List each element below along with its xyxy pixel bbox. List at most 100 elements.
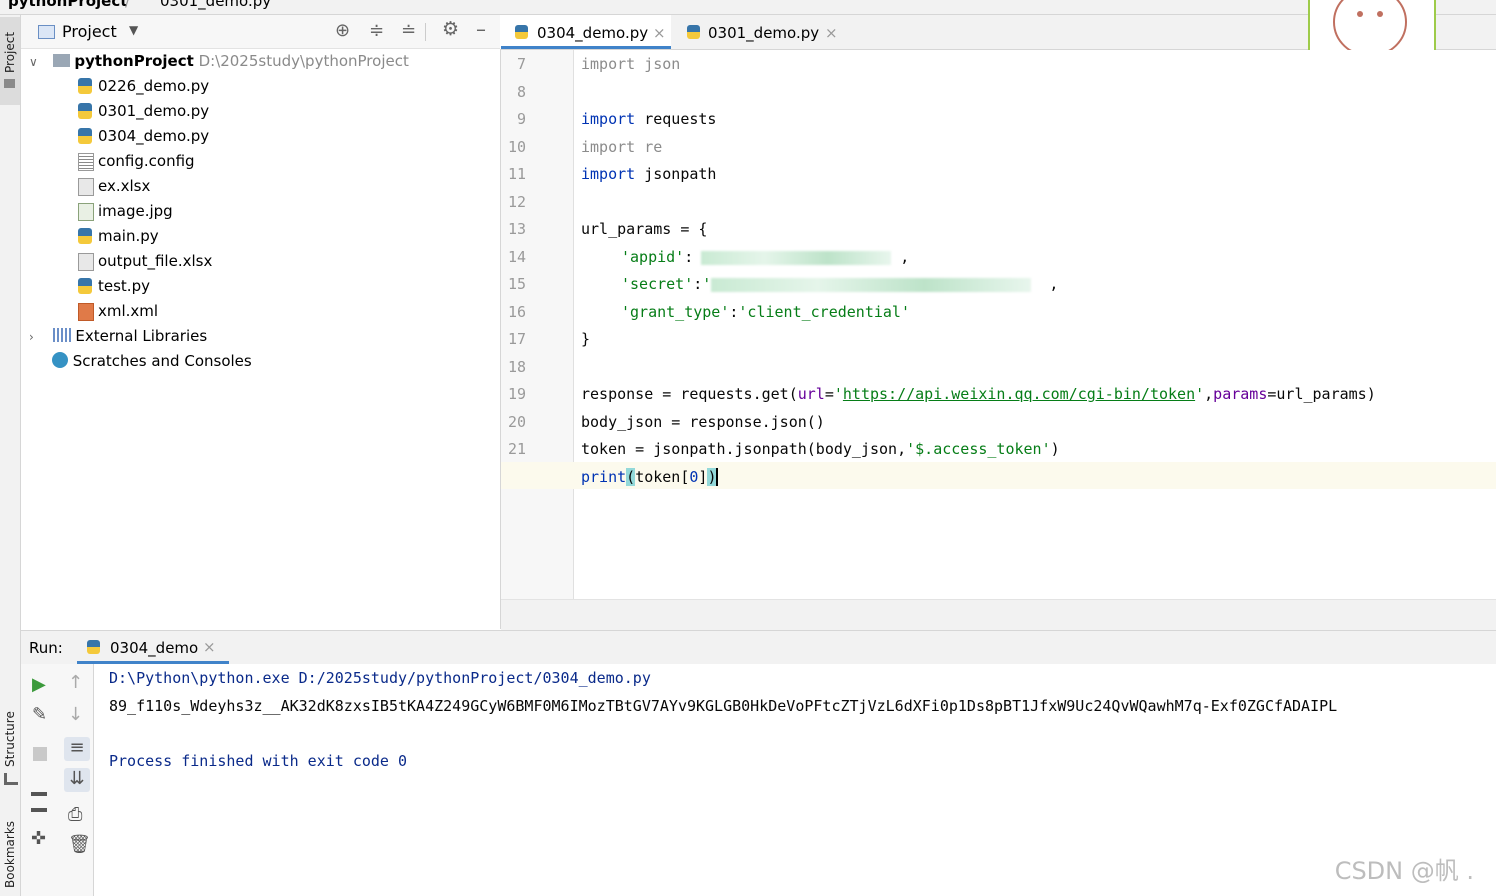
line-number: 17: [507, 330, 526, 348]
tree-file[interactable]: ex.xlsx: [78, 174, 150, 199]
layout-icon[interactable]: [31, 792, 47, 812]
tree-file[interactable]: xml.xml: [78, 299, 158, 324]
editor-bottom-area: [501, 599, 1496, 630]
project-panel-title[interactable]: Project: [62, 22, 117, 41]
breadcrumb-file[interactable]: 0301_demo.py: [160, 0, 271, 10]
code-line-14: 'appid': ,: [621, 248, 910, 266]
tree-scratches[interactable]: Scratches and Consoles: [52, 349, 252, 374]
python-file-icon: [87, 640, 100, 654]
tree-file[interactable]: 0226_demo.py: [78, 74, 209, 99]
structure-icon: [4, 773, 18, 785]
folder-icon: [4, 79, 15, 88]
tree-file-label: 0226_demo.py: [98, 77, 210, 95]
bookmarks-tool-button[interactable]: Bookmarks: [0, 810, 20, 896]
line-number: 21: [507, 440, 526, 458]
close-icon[interactable]: ×: [825, 15, 838, 51]
chevron-down-icon[interactable]: ∨: [29, 55, 38, 69]
watermark: CSDN @帆 .: [1334, 857, 1474, 885]
left-tool-stripe: Project Structure Bookmarks: [0, 15, 21, 896]
chevron-down-icon[interactable]: ▼: [129, 23, 138, 37]
tree-file-label: main.py: [98, 227, 159, 245]
tree-file[interactable]: main.py: [78, 224, 159, 249]
run-label: Run:: [29, 639, 63, 657]
tab-0304-demo[interactable]: 0304_demo.py ×: [501, 15, 671, 49]
line-number: 10: [507, 137, 526, 156]
python-file-icon: [78, 78, 92, 94]
locate-icon[interactable]: ⊕: [335, 20, 350, 41]
stop-icon[interactable]: [33, 747, 47, 761]
project-panel-header: Project ▼ ⊕ ≑ ≐ ⚙ –: [21, 15, 500, 49]
code-line-16: 'grant_type':'client_credential': [621, 303, 910, 321]
code-line-21: token = jsonpath.jsonpath(body_json,'$.a…: [581, 440, 1060, 458]
code-editor[interactable]: import json import requests import re im…: [501, 50, 1496, 599]
divider: [425, 23, 426, 41]
collapse-all-icon[interactable]: ≐: [401, 20, 416, 41]
tree-file[interactable]: output_file.xlsx: [78, 249, 212, 274]
console-output[interactable]: D:\Python\python.exe D:/2025study/python…: [94, 664, 1496, 896]
trash-icon[interactable]: 🗑: [68, 834, 91, 855]
line-number: 7: [516, 55, 526, 73]
root-name: pythonProject: [74, 52, 194, 70]
tree-file[interactable]: 0301_demo.py: [78, 99, 209, 124]
wrench-icon[interactable]: ✎: [32, 704, 52, 725]
library-icon: [52, 328, 71, 342]
code-line-10: import re: [581, 138, 663, 156]
tree-external-libraries[interactable]: › External Libraries: [29, 324, 207, 349]
tree-file[interactable]: image.jpg: [78, 199, 173, 224]
gear-icon[interactable]: ⚙: [442, 18, 459, 40]
scroll-to-end-icon[interactable]: ⇊: [64, 768, 90, 792]
print-icon[interactable]: ⎙: [68, 804, 88, 825]
structure-tool-button[interactable]: Structure: [0, 705, 20, 795]
unknown-file-icon: [78, 253, 94, 271]
run-panel-header: Run: 0304_demo ×: [21, 630, 1496, 665]
code-line-11: import jsonpath: [581, 165, 717, 183]
code-line-20: body_json = response.json(): [581, 413, 825, 431]
line-number: 18: [507, 357, 526, 376]
chevron-right-icon[interactable]: ›: [29, 330, 34, 344]
project-view-icon: [38, 25, 55, 39]
soft-wrap-icon[interactable]: ≡: [64, 737, 90, 761]
external-libraries-label: External Libraries: [75, 327, 208, 345]
tree-file-label: test.py: [98, 277, 150, 295]
code-line-19: response = requests.get(url='https://api…: [581, 385, 1376, 403]
folder-icon: [52, 54, 70, 67]
close-icon[interactable]: ×: [653, 15, 666, 51]
python-file-icon: [78, 103, 92, 119]
xml-file-icon: [78, 303, 94, 321]
line-number: 9: [516, 110, 526, 128]
arrow-up-icon[interactable]: ↑: [68, 672, 88, 693]
tab-0301-demo[interactable]: 0301_demo.py ×: [673, 15, 843, 49]
tree-file-label: image.jpg: [98, 202, 173, 220]
run-tab-label: 0304_demo: [110, 639, 199, 657]
code-line-9: import requests: [581, 110, 717, 128]
line-number: 15: [507, 275, 526, 293]
run-tab[interactable]: 0304_demo ×: [77, 631, 229, 664]
pin-icon[interactable]: ✜: [31, 828, 51, 849]
console-line-exit: Process finished with exit code 0: [109, 752, 408, 770]
rerun-icon[interactable]: ▶: [32, 674, 52, 695]
text-file-icon: [78, 153, 94, 171]
code-line-13: url_params = {: [581, 220, 708, 238]
tree-file-label: config.config: [98, 152, 195, 170]
code-line-15: 'secret':' ,: [621, 275, 1059, 293]
tree-root[interactable]: ∨ pythonProject D:\2025study\pythonProje…: [29, 49, 409, 74]
project-tool-button[interactable]: Project: [0, 17, 20, 105]
tree-file[interactable]: 0304_demo.py: [78, 124, 209, 149]
line-number: 8: [516, 82, 526, 101]
line-number: 20: [507, 412, 526, 431]
line-number: 12: [507, 192, 526, 211]
tree-file-label: 0304_demo.py: [98, 127, 210, 145]
line-number: 11: [507, 165, 526, 183]
line-number: 13: [507, 220, 526, 238]
tab-label: 0301_demo.py: [708, 24, 820, 42]
breadcrumb-project[interactable]: pythonProject: [8, 0, 127, 10]
python-file-icon: [78, 128, 92, 144]
hide-panel-icon[interactable]: –: [476, 17, 486, 41]
arrow-down-icon[interactable]: ↓: [68, 704, 88, 725]
expand-all-icon[interactable]: ≑: [369, 20, 384, 41]
unknown-file-icon: [78, 178, 94, 196]
tree-file[interactable]: config.config: [78, 149, 195, 174]
close-icon[interactable]: ×: [203, 638, 216, 656]
tree-file[interactable]: test.py: [78, 274, 150, 299]
console-line-token: 89_f110s_Wdeyhs3z__AK32dK8zxsIB5tKA4Z249…: [109, 697, 1338, 715]
